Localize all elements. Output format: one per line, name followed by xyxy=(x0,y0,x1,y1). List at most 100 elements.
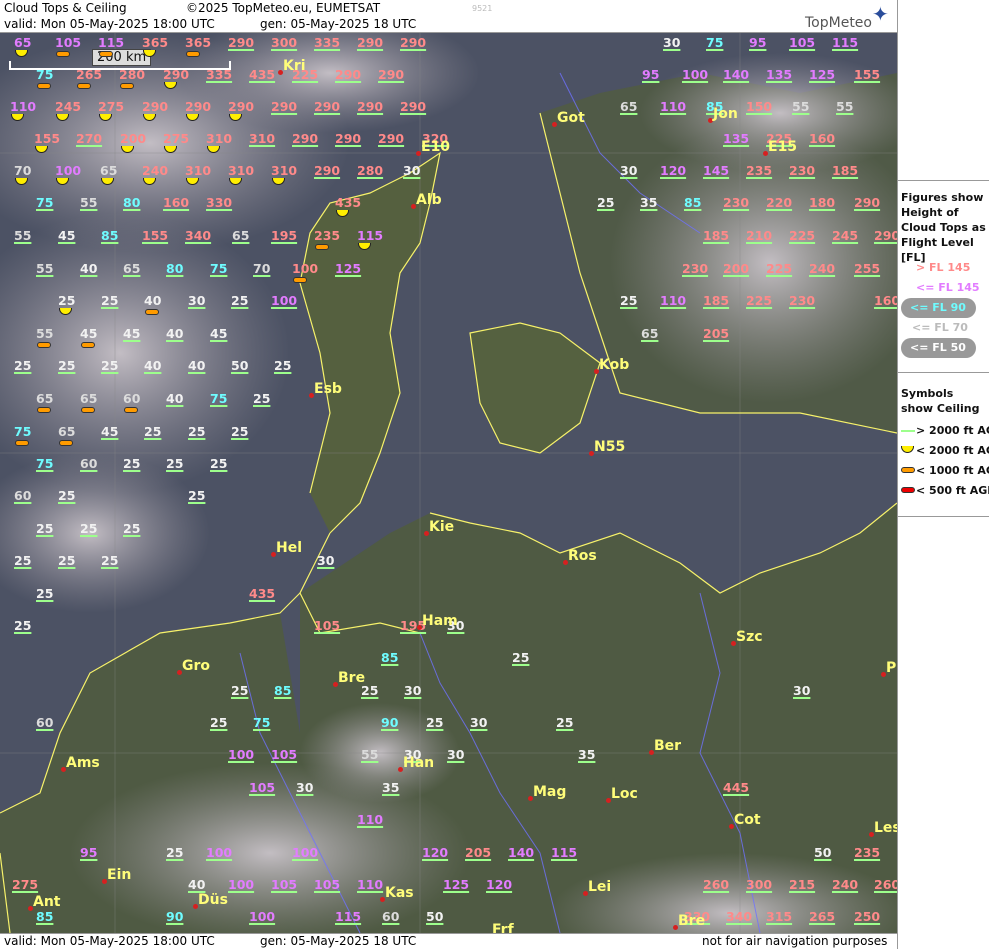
cloud-top-figure: 50 xyxy=(426,909,444,924)
yellow-half-circle-icon xyxy=(901,446,914,453)
copyright: ©2025 TopMeteo.eu, EUMETSAT xyxy=(186,1,381,15)
cloud-top-figure: 95 xyxy=(80,845,98,860)
cloud-top-figure: 45 xyxy=(101,424,119,439)
cloud-top-figure: 75 xyxy=(36,195,54,210)
city-label: Kri xyxy=(283,58,306,74)
cloud-top-figure: 25 xyxy=(274,358,292,373)
cloud-top-figure: 230 xyxy=(789,293,816,308)
legend-ceiling-1000: < 1000 ft AGL xyxy=(916,464,989,477)
cloud-top-figure: 60 xyxy=(36,715,54,730)
cloud-top-figure: 40 xyxy=(144,293,162,308)
cloud-top-figure: 210 xyxy=(746,228,773,243)
cloud-top-figure: 110 xyxy=(10,99,37,114)
cloud-top-figure: 35 xyxy=(578,747,596,762)
cloud-top-figure: 25 xyxy=(210,715,228,730)
cloud-top-figure: 135 xyxy=(723,131,750,146)
cloud-top-figure: 115 xyxy=(832,35,859,50)
cloud-top-figure: 240 xyxy=(142,163,169,178)
cloud-top-figure: 290 xyxy=(378,67,405,82)
ceiling-orange-symbol xyxy=(145,309,159,315)
cloud-top-figure: 445 xyxy=(723,780,750,795)
satellite-map[interactable]: 200 km 65 105 115 365 365 290 300 335 290 290 30 75… xyxy=(0,33,897,933)
cloud-top-figure: 290 xyxy=(142,99,169,114)
cloud-top-figure: 140 xyxy=(508,845,535,860)
cloud-top-figure: 55 xyxy=(36,326,54,341)
cloud-top-figure: 280 xyxy=(357,163,384,178)
generated-time: gen: 05-May-2025 18 UTC xyxy=(260,17,417,31)
cloud-top-figure: 150 xyxy=(746,99,773,114)
cloud-top-figure: 110 xyxy=(357,877,384,892)
cloud-top-figure: 55 xyxy=(36,261,54,276)
cloud-top-figure: 25 xyxy=(426,715,444,730)
cloud-top-figure: 25 xyxy=(597,195,615,210)
cloud-top-figure: 140 xyxy=(723,67,750,82)
cloud-top-figure: 65 xyxy=(620,99,638,114)
cloud-top-figure: 435 xyxy=(249,586,276,601)
city-label: Bre xyxy=(678,913,706,929)
cloud-top-figure: 25 xyxy=(101,358,119,373)
cloud-top-figure: 135 xyxy=(766,67,793,82)
legend-ceiling-above-2000: > 2000 ft AGL xyxy=(916,424,989,437)
cloud-top-figure: 215 xyxy=(789,877,816,892)
cloud-top-figure: 25 xyxy=(58,553,76,568)
ceiling-orange-symbol xyxy=(99,51,113,57)
cloud-top-figure: 105 xyxy=(55,35,82,50)
cloud-top-figure: 25 xyxy=(231,293,249,308)
cloud-top-figure: 100 xyxy=(249,909,276,924)
cloud-top-figure: 275 xyxy=(98,99,125,114)
cloud-top-figure: 290 xyxy=(874,228,897,243)
cloud-top-figure: 290 xyxy=(400,99,427,114)
cloud-top-figure: 25 xyxy=(80,521,98,536)
cloud-top-figure: 310 xyxy=(206,131,233,146)
footer-valid-time: valid: Mon 05-May-2025 18:00 UTC xyxy=(4,934,215,948)
cloud-top-figure: 225 xyxy=(746,293,773,308)
cloud-top-figure: 70 xyxy=(14,163,32,178)
cloud-top-figure: 75 xyxy=(36,456,54,471)
cloud-top-figure: 75 xyxy=(210,391,228,406)
cloud-top-figure: 25 xyxy=(253,391,271,406)
cloud-top-figure: 115 xyxy=(98,35,125,50)
cloud-top-figure: 115 xyxy=(551,845,578,860)
city-label: Les xyxy=(874,820,897,836)
city-label: P xyxy=(886,660,897,676)
cloud-top-figure: 340 xyxy=(185,228,212,243)
city-label: Szc xyxy=(736,629,763,645)
disclaimer: not for air navigation purposes xyxy=(702,934,888,948)
cloud-top-figure: 25 xyxy=(58,293,76,308)
cloud-top-figure: 25 xyxy=(188,488,206,503)
cloud-top-figure: 280 xyxy=(119,67,146,82)
cloud-top-figure: 25 xyxy=(58,358,76,373)
cloud-top-figure: 30 xyxy=(793,683,811,698)
cloud-top-figure: 290 xyxy=(292,131,319,146)
city-label: Ams xyxy=(66,755,100,771)
cloud-top-figure: 245 xyxy=(55,99,82,114)
cloud-top-figure: 230 xyxy=(682,261,709,276)
cloud-top-figure: 45 xyxy=(123,326,141,341)
cloud-top-figure: 95 xyxy=(749,35,767,50)
cloud-top-figure: 240 xyxy=(832,877,859,892)
cloud-top-figure: 255 xyxy=(854,261,881,276)
city-label: Got xyxy=(557,110,585,126)
legend-panel: Figures show Height of Cloud Tops as Fli… xyxy=(897,0,989,949)
cloud-top-figure: 60 xyxy=(14,488,32,503)
cloud-top-figure: 50 xyxy=(231,358,249,373)
cloud-top-figure: 335 xyxy=(206,67,233,82)
ceiling-orange-symbol xyxy=(56,51,70,57)
cloud-top-figure: 260 xyxy=(703,877,730,892)
cloud-top-figure: 330 xyxy=(206,195,233,210)
cloud-top-figure: 240 xyxy=(809,261,836,276)
legend-fl-above-145: > FL 145 xyxy=(916,261,971,274)
cloud-top-figure: 25 xyxy=(14,358,32,373)
cloud-top-figure: 75 xyxy=(706,35,724,50)
cloud-top-figure: 120 xyxy=(660,163,687,178)
cloud-top-figure: 185 xyxy=(703,228,730,243)
cloud-top-figure: 290 xyxy=(314,163,341,178)
cloud-top-figure: 160 xyxy=(163,195,190,210)
cloud-top-figure: 85 xyxy=(274,683,292,698)
cloud-top-figure: 300 xyxy=(271,35,298,50)
city-label: Kas xyxy=(385,885,414,901)
cloud-top-figure: 290 xyxy=(335,67,362,82)
cloud-top-figure: 100 xyxy=(228,877,255,892)
cloud-top-figure: 290 xyxy=(185,99,212,114)
cloud-top-figure: 290 xyxy=(378,131,405,146)
